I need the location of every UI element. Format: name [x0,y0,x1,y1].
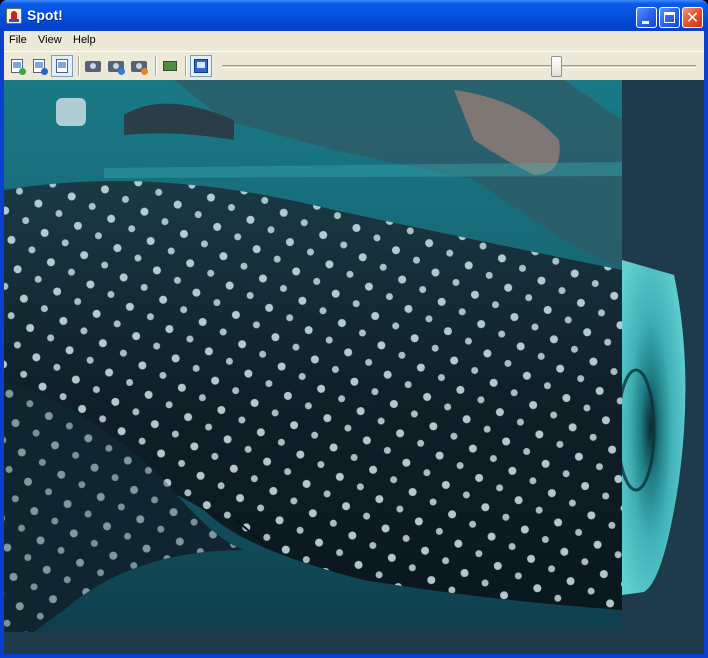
minimize-icon [642,21,649,24]
close-icon: ✕ [685,8,700,27]
camera-edit-button[interactable] [130,57,148,75]
open-image-button[interactable] [30,57,48,75]
camera-button[interactable] [84,57,102,75]
toolbar [4,51,704,80]
fullscreen-icon [194,59,208,73]
select-region-button[interactable] [51,55,73,77]
toolbar-separator [185,56,187,76]
fullscreen-button[interactable] [190,55,212,77]
slider-track [222,65,696,68]
maximize-icon [664,12,675,23]
whale-shark-scene [4,80,686,632]
zoom-slider[interactable] [220,52,698,80]
toolbar-separator [155,56,157,76]
edit-badge-icon [141,68,148,75]
slider-thumb[interactable] [551,56,562,77]
window-bottom-border [0,654,708,658]
menu-file[interactable]: File [9,34,27,46]
settings-badge-icon [118,68,125,75]
java-app-icon [6,8,22,24]
image-stack-button[interactable] [161,57,179,75]
add-badge-icon [19,68,26,75]
menu-bar: File View Help [4,31,704,51]
toolbar-separator [78,56,80,76]
menu-help[interactable]: Help [73,34,96,46]
render-canvas[interactable] [4,80,704,654]
select-region-icon [56,59,68,73]
camera-housing [56,98,86,126]
maximize-button[interactable] [659,7,680,28]
menu-view[interactable]: View [38,34,62,46]
app-window: Spot! ✕ File View Help [0,0,708,658]
image-stack-icon [163,61,177,71]
window-title: Spot! [27,7,63,23]
title-bar[interactable]: Spot! ✕ [0,0,708,31]
close-button[interactable]: ✕ [682,7,703,28]
camera-icon [85,61,101,72]
new-image-button[interactable] [8,57,26,75]
minimize-button[interactable] [636,7,657,28]
open-badge-icon [41,68,48,75]
camera-settings-button[interactable] [107,57,125,75]
